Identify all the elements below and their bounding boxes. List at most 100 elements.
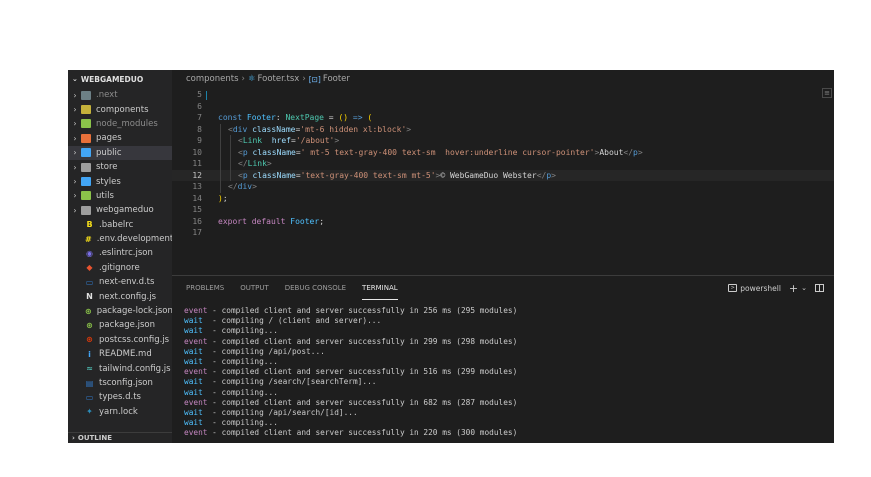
chevron-right-icon: ›	[73, 191, 77, 201]
tree-item-label: next-env.d.ts	[99, 277, 155, 288]
code-token: >	[266, 159, 272, 168]
terminal-text: - compiling...	[202, 418, 278, 428]
code-line: 15	[172, 204, 834, 216]
terminal-line: event - compiled client and server succe…	[184, 428, 824, 438]
terminal-text: - compiled client and server successfull…	[207, 336, 518, 346]
terminal-line: wait - compiling /api/post...	[184, 347, 824, 357]
split-terminal-icon[interactable]	[815, 284, 824, 292]
file-item[interactable]: ≈ tailwind.config.js	[68, 361, 172, 375]
code-token: className	[252, 170, 296, 180]
tab-output[interactable]: OUTPUT	[240, 276, 269, 300]
folder-item[interactable]: › .next	[68, 88, 172, 102]
tree-item-label: tailwind.config.js	[99, 363, 171, 374]
file-item[interactable]: B .babelrc	[68, 218, 172, 232]
line-number: 13	[192, 182, 202, 191]
file-item[interactable]: ⊛ postcss.config.js	[68, 333, 172, 347]
code-line: 10 <p className=' mt-5 text-gray-400 text…	[172, 146, 834, 159]
line-number: 15	[192, 205, 202, 214]
code-token: About	[599, 147, 624, 157]
code-line: 7 const Footer: NextPage = () => (	[172, 112, 834, 124]
folder-item[interactable]: › public	[68, 145, 172, 160]
terminal-text: - compiling...	[202, 356, 278, 366]
code-line: 17	[172, 227, 834, 239]
file-type-icon: ⊛	[85, 306, 92, 316]
chevron-right-icon: ›	[73, 90, 77, 100]
folder-item[interactable]: › styles	[68, 174, 172, 188]
tab-terminal[interactable]: TERMINAL	[362, 276, 398, 300]
file-item[interactable]: # .env.development	[68, 232, 172, 246]
code-token: </	[623, 147, 634, 157]
file-item[interactable]: ⊛ package.json	[68, 318, 172, 332]
terminal-tag: event	[184, 428, 208, 438]
code-line: 11 </Link>	[172, 158, 834, 170]
breadcrumb-file[interactable]: Footer.tsx	[258, 74, 300, 84]
code-token: >	[406, 124, 412, 134]
file-item[interactable]: Nnext.config.js	[68, 289, 172, 303]
file-item[interactable]: ▭ next-env.d.ts	[68, 275, 172, 289]
folder-item[interactable]: › node_modules	[68, 117, 172, 131]
chevron-right-icon: ›	[73, 119, 77, 129]
file-type-icon: ⊛	[86, 320, 93, 330]
file-item[interactable]: ▤ tsconfig.json	[68, 376, 172, 390]
folder-item[interactable]: › pages	[68, 131, 172, 145]
terminal-output[interactable]: event - compiled client and server succe…	[184, 306, 824, 443]
terminal-text: - compiling /api/post...	[202, 346, 325, 356]
code-editor[interactable]: 5 6 7 const Footer: NextPage = () => (8 <div…	[172, 89, 834, 239]
terminal-tag: event	[184, 397, 208, 407]
breadcrumb-symbol[interactable]: Footer	[323, 74, 350, 84]
code-token: Link	[247, 159, 267, 168]
code-token: ;	[319, 216, 325, 226]
folder-icon	[81, 177, 91, 187]
terminal-tag: wait	[184, 346, 203, 356]
explorer-root-header[interactable]: ⌄ WEBGAMEDUO	[68, 70, 172, 88]
file-item[interactable]: ◆ .gitignore	[68, 261, 172, 275]
code-text: <p className=' mt-5 text-gray-400 text-s…	[238, 147, 643, 159]
folder-item[interactable]: › webgameduo	[68, 203, 172, 217]
tree-item-label: pages	[96, 133, 122, 144]
code-token: className	[252, 124, 296, 134]
code-token: '/about'	[295, 136, 335, 145]
file-item[interactable]: ⊛ package-lock.json	[68, 304, 172, 318]
folder-icon	[81, 148, 91, 158]
file-item[interactable]: ◉ .eslintrc.json	[68, 246, 172, 260]
file-item[interactable]: ✦ yarn.lock	[68, 405, 172, 419]
code-line: 8 <div className='mt-6 hidden xl:block'>	[172, 123, 834, 135]
tree-item-label: .gitignore	[99, 262, 140, 273]
terminal-line: wait - compiling / (client and server)..…	[184, 316, 824, 326]
tab-debug-console[interactable]: DEBUG CONSOLE	[285, 276, 346, 300]
tree-item-label: utils	[96, 190, 114, 201]
file-type-icon: ◉	[86, 248, 93, 258]
react-icon: ⚛	[247, 74, 256, 84]
tree-item-label: .next	[96, 90, 118, 101]
code-line: 12 <p className='text-gray-400 text-sm mt…	[172, 169, 834, 181]
code-token: Link	[242, 136, 263, 145]
tab-problems[interactable]: PROBLEMS	[186, 276, 224, 300]
folder-item[interactable]: › store	[68, 160, 172, 174]
code-token: </	[228, 182, 238, 191]
chevron-down-icon[interactable]: ⌄	[801, 284, 807, 292]
file-item[interactable]: i README.md	[68, 347, 172, 361]
terminal-tag: wait	[184, 356, 203, 366]
terminal-tag: event	[184, 306, 208, 315]
chevron-right-icon: ›	[302, 74, 306, 84]
terminal-line: wait - compiling...	[184, 326, 824, 336]
line-number: 9	[197, 136, 202, 145]
folder-icon	[81, 205, 91, 215]
file-type-icon: i	[88, 349, 91, 359]
chevron-right-icon: ›	[73, 205, 77, 215]
outline-section-header[interactable]: › OUTLINE	[68, 432, 172, 443]
terminal-line: wait - compiling...	[184, 357, 824, 367]
breadcrumb: components › ⚛ Footer.tsx › [⊡] Footer	[172, 70, 834, 88]
breadcrumb-folder[interactable]: components	[186, 74, 239, 84]
file-item[interactable]: ▭ types.d.ts	[68, 390, 172, 404]
code-line: 6	[172, 101, 834, 113]
add-terminal-icon[interactable]: +	[789, 283, 798, 294]
line-number: 17	[192, 228, 202, 237]
tree-item-label: components	[96, 104, 149, 115]
code-token: className	[252, 147, 296, 157]
folder-icon	[81, 90, 91, 100]
folder-item[interactable]: › utils	[68, 189, 172, 203]
folder-item[interactable]: › components	[68, 102, 172, 116]
shell-label[interactable]: powershell	[740, 284, 781, 293]
folder-icon	[81, 133, 91, 143]
